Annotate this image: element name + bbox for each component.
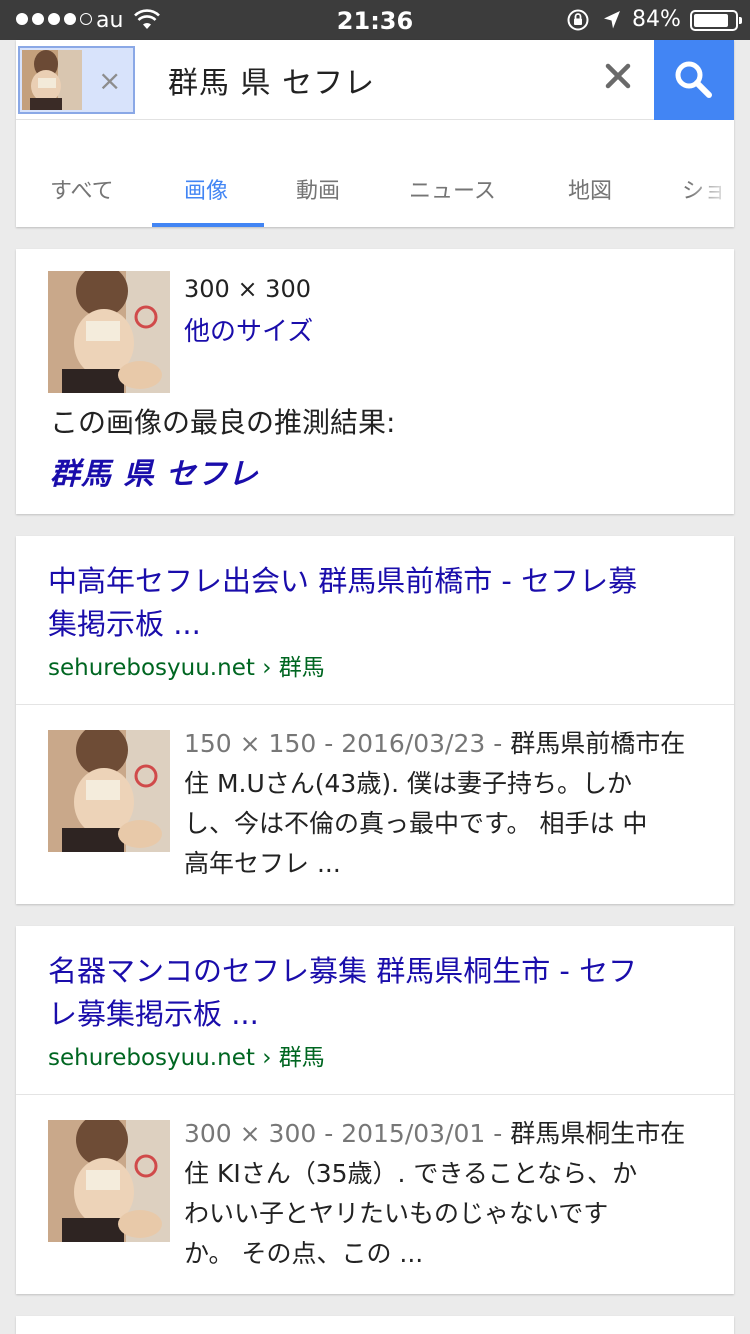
result-thumbnail[interactable] xyxy=(48,730,170,852)
result-title-link[interactable]: 名器マンコのセフレ募集 群馬県桐生市 - セフ レ募集掲示板 ... xyxy=(48,950,708,1036)
search-bar: × 群馬 県 セフレ xyxy=(16,40,734,120)
divider xyxy=(16,1094,734,1095)
result-meta: 150 × 150 - 2016/03/23 - xyxy=(184,729,503,758)
tab-maps[interactable]: 地図 xyxy=(568,173,612,205)
result-snippet: 150 × 150 - 2016/03/23 - 群馬県前橋市在 住 M.Uさん… xyxy=(184,724,708,884)
divider xyxy=(16,704,734,705)
tab-images[interactable]: 画像 xyxy=(184,173,228,205)
image-thumbnail[interactable] xyxy=(48,271,170,393)
search-result-card: 中高年セフレ出会い 群馬県前橋市 - セフレ募 集掲示板 ... sehureb… xyxy=(16,536,734,904)
tab-videos[interactable]: 動画 xyxy=(296,173,340,205)
tab-all[interactable]: すべて xyxy=(50,173,114,205)
tabs-fade xyxy=(688,147,734,227)
snippet-text: 住 KIさん（35歳）. できることなら、か xyxy=(184,1159,638,1188)
search-header: × 群馬 県 セフレ すべて 画像 動画 ニュース 地図 ショ xyxy=(16,40,734,227)
other-sizes-link[interactable]: 他のサイズ xyxy=(184,311,313,348)
search-button[interactable] xyxy=(654,40,734,120)
result-thumbnail[interactable] xyxy=(48,1120,170,1242)
snippet-text: 群馬県前橋市在 xyxy=(510,729,686,758)
result-title-line: レ募集掲示板 ... xyxy=(48,997,259,1031)
best-guess-label: この画像の最良の推測結果: xyxy=(50,406,396,439)
snippet-text: 高年セフレ ... xyxy=(184,849,341,878)
result-title-line: 名器マンコのセフレ募集 群馬県桐生市 - セフ xyxy=(48,954,638,988)
status-bar: au 21:36 84% xyxy=(0,0,750,40)
result-url: sehurebosyuu.net › 群馬 xyxy=(48,1038,325,1072)
search-input[interactable]: 群馬 県 セフレ xyxy=(168,58,375,102)
result-snippet: 300 × 300 - 2015/03/01 - 群馬県桐生市在 住 KIさん（… xyxy=(184,1114,708,1274)
image-query-chip[interactable]: × xyxy=(18,46,135,114)
image-info-card: 300 × 300 他のサイズ この画像の最良の推測結果: 群馬 県 セフレ xyxy=(16,249,734,514)
snippet-text: 群馬県桐生市在 xyxy=(510,1119,686,1148)
snippet-text: か。 その点、この ... xyxy=(184,1239,424,1268)
active-tab-indicator xyxy=(152,223,264,227)
search-tabs: すべて 画像 動画 ニュース 地図 ショ xyxy=(16,147,734,227)
location-arrow-icon xyxy=(604,11,620,29)
image-dimensions: 300 × 300 xyxy=(184,275,311,303)
rotation-lock-icon xyxy=(567,9,589,31)
query-image-thumbnail xyxy=(22,50,82,110)
battery-icon xyxy=(690,10,742,31)
clear-search-icon[interactable] xyxy=(600,58,636,94)
search-result-card: 名器マンコのセフレ募集 群馬県桐生市 - セフ レ募集掲示板 ... sehur… xyxy=(16,926,734,1294)
result-title-line: 集掲示板 ... xyxy=(48,607,201,641)
breadcrumb-separator: › xyxy=(262,1045,272,1071)
result-domain: sehurebosyuu.net xyxy=(48,655,255,681)
result-breadcrumb: 群馬 xyxy=(278,1045,325,1071)
next-result-card xyxy=(16,1316,734,1334)
battery-percent: 84% xyxy=(632,7,681,32)
result-title-link[interactable]: 中高年セフレ出会い 群馬県前橋市 - セフレ募 集掲示板 ... xyxy=(48,560,708,646)
snippet-text: し、今は不倫の真っ最中です。 相手は 中 xyxy=(184,809,648,838)
result-breadcrumb: 群馬 xyxy=(278,655,325,681)
search-icon xyxy=(675,61,712,98)
result-url: sehurebosyuu.net › 群馬 xyxy=(48,648,325,682)
best-guess-link[interactable]: 群馬 県 セフレ xyxy=(50,449,259,493)
result-domain: sehurebosyuu.net xyxy=(48,1045,255,1071)
snippet-text: わいい子とヤリたいものじゃないです xyxy=(184,1199,609,1228)
tab-news[interactable]: ニュース xyxy=(409,173,496,205)
remove-image-icon[interactable]: × xyxy=(98,64,121,97)
result-title-line: 中高年セフレ出会い 群馬県前橋市 - セフレ募 xyxy=(48,564,638,598)
battery-level xyxy=(694,14,728,27)
result-meta: 300 × 300 - 2015/03/01 - xyxy=(184,1119,503,1148)
snippet-text: 住 M.Uさん(43歳). 僕は妻子持ち。しか xyxy=(184,769,632,798)
breadcrumb-separator: › xyxy=(262,655,272,681)
